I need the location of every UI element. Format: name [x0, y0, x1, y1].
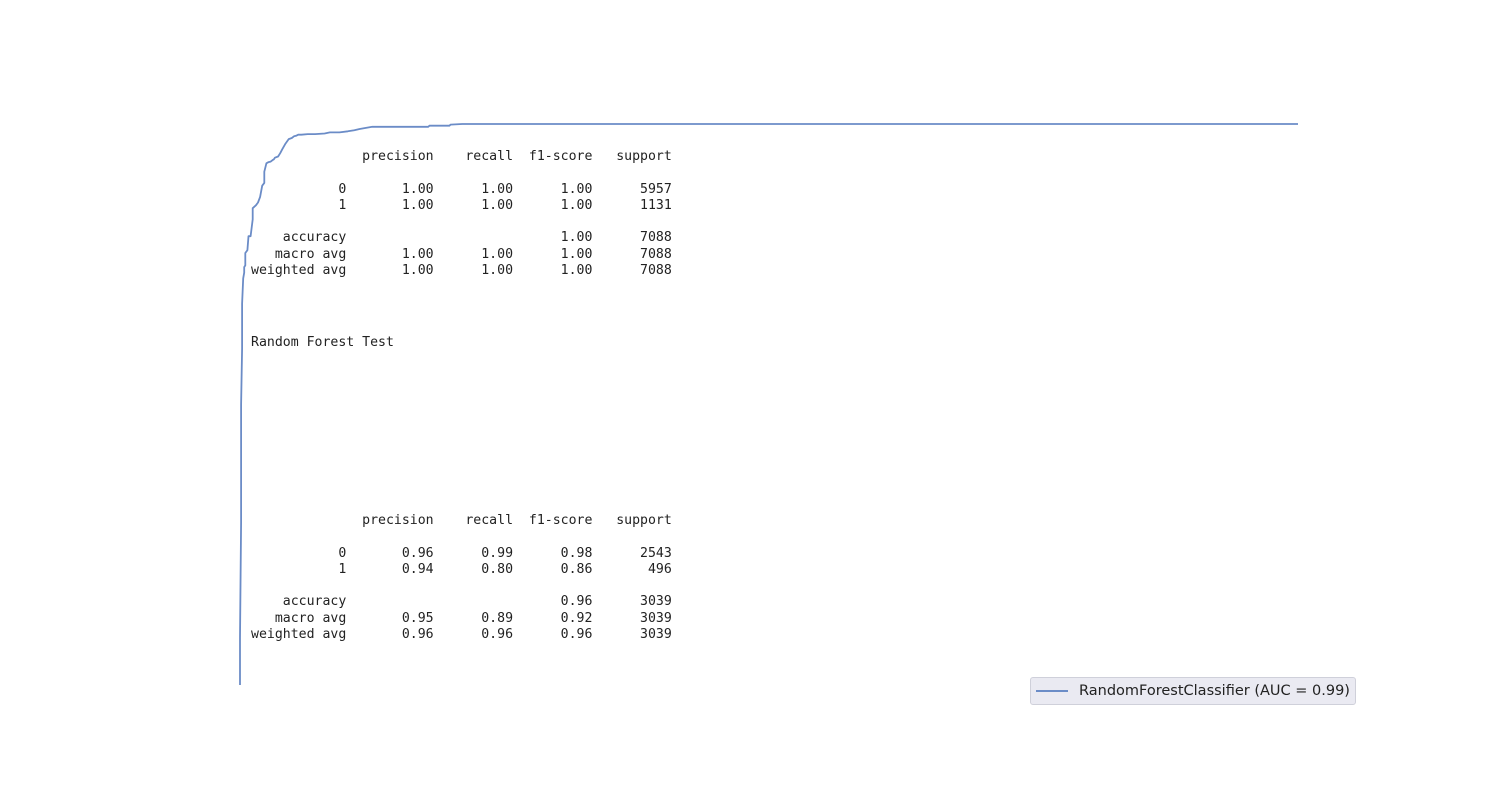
legend-label: RandomForestClassifier (AUC = 0.99) [1079, 683, 1350, 699]
report-line [251, 529, 672, 545]
report-line [251, 165, 672, 181]
report-line: precision recall f1-score support [251, 149, 672, 164]
report-line: accuracy 1.00 7088 [251, 230, 672, 246]
report-line: weighted avg 0.96 0.96 0.96 3039 [251, 627, 672, 643]
report-line: 1 0.94 0.80 0.86 496 [251, 561, 672, 577]
report-line: 0 0.96 0.99 0.98 2543 [251, 545, 672, 561]
report-line: 0 1.00 1.00 1.00 5957 [251, 181, 672, 197]
report-line: weighted avg 1.00 1.00 1.00 7088 [251, 263, 672, 279]
report-line [251, 214, 672, 230]
legend-line-swatch [1036, 690, 1068, 692]
report-line: macro avg 0.95 0.89 0.92 3039 [251, 610, 672, 626]
chart-legend: RandomForestClassifier (AUC = 0.99) [1030, 677, 1356, 705]
report-line: macro avg 1.00 1.00 1.00 7088 [251, 246, 672, 262]
classification-report-train: precision recall f1-score support 0 1.00… [251, 149, 672, 279]
report-line: precision recall f1-score support [251, 513, 672, 528]
test-section-title: Random Forest Test [251, 335, 394, 350]
classification-report-test: precision recall f1-score support 0 0.96… [251, 513, 672, 643]
report-line: 1 1.00 1.00 1.00 1131 [251, 197, 672, 213]
report-line: accuracy 0.96 3039 [251, 594, 672, 610]
report-line [251, 578, 672, 594]
